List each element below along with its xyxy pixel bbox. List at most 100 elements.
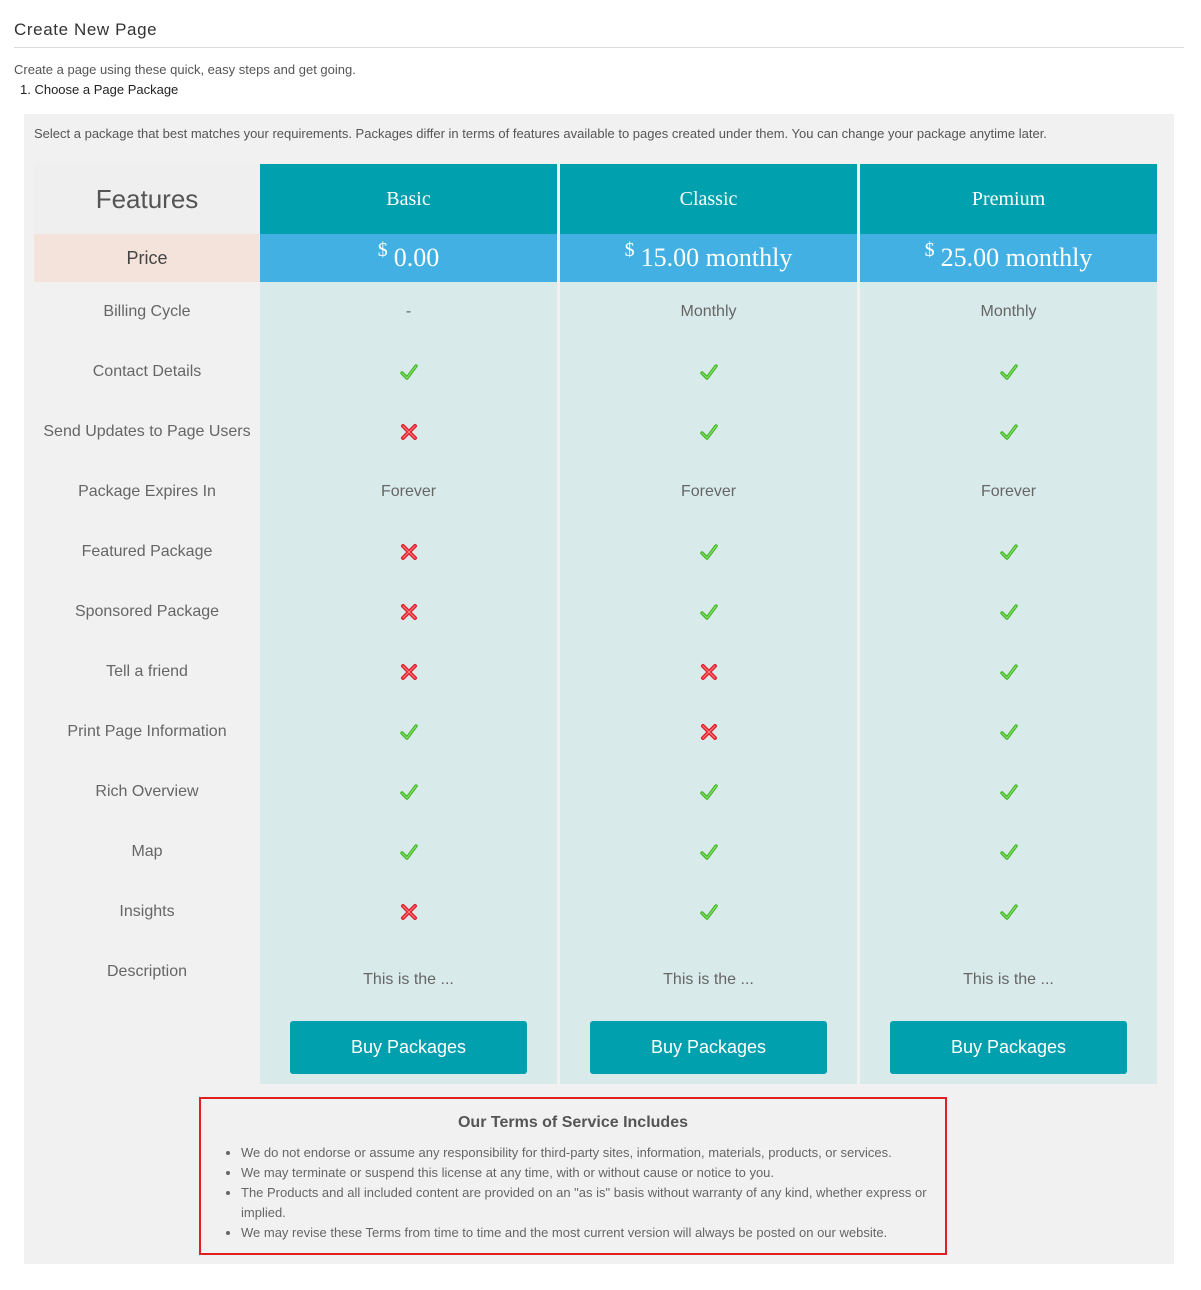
plan-price: $0.00 bbox=[260, 234, 557, 282]
feature-label: Send Updates to Page Users bbox=[43, 423, 251, 440]
cross-icon bbox=[700, 723, 718, 741]
cross-icon bbox=[400, 663, 418, 681]
currency-symbol: $ bbox=[924, 238, 935, 261]
sponsored-package-cell bbox=[560, 582, 857, 642]
terms-title: Our Terms of Service Includes bbox=[457, 1114, 688, 1131]
check-icon bbox=[999, 603, 1018, 621]
plan-name: Premium bbox=[860, 164, 1157, 234]
feature-label: Description bbox=[106, 963, 188, 980]
plan-column-basic: Basic $0.00- Forever This is the ... Buy Pac… bbox=[260, 164, 557, 1084]
feature-label: Insights bbox=[119, 903, 175, 920]
step-label: 1. Choose a Page Package bbox=[20, 82, 179, 97]
contact-details-cell bbox=[860, 342, 1157, 402]
plan-name: Basic bbox=[260, 164, 557, 234]
terms-item: We may revise these Terms from time to t… bbox=[241, 1223, 931, 1243]
map-cell bbox=[560, 822, 857, 882]
check-icon bbox=[999, 843, 1018, 861]
feature-label: Rich Overview bbox=[95, 783, 199, 800]
check-icon bbox=[399, 843, 418, 861]
insights-cell bbox=[260, 882, 557, 942]
panel-description: Select a package that best matches your … bbox=[34, 126, 1047, 141]
check-icon bbox=[699, 363, 718, 381]
currency-symbol: $ bbox=[377, 238, 388, 261]
feature-label: Contact Details bbox=[92, 363, 202, 380]
terms-item: We do not endorse or assume any responsi… bbox=[241, 1143, 931, 1163]
plan-price: $25.00 monthly bbox=[860, 234, 1157, 282]
buy-packages-button[interactable]: Buy Packages bbox=[890, 1021, 1127, 1074]
title-divider bbox=[14, 47, 1184, 48]
check-icon bbox=[399, 723, 418, 741]
check-icon bbox=[999, 543, 1018, 561]
buy-packages-button[interactable]: Buy Packages bbox=[590, 1021, 827, 1074]
contact-details-cell bbox=[260, 342, 557, 402]
map-cell bbox=[860, 822, 1157, 882]
check-icon bbox=[699, 543, 718, 561]
cross-icon bbox=[400, 543, 418, 561]
featured-package-cell bbox=[560, 522, 857, 582]
featured-package-cell bbox=[860, 522, 1157, 582]
check-icon bbox=[399, 363, 418, 381]
check-icon bbox=[699, 603, 718, 621]
tell-a-friend-cell bbox=[260, 642, 557, 702]
price-label: Price bbox=[34, 234, 260, 282]
feature-label: Featured Package bbox=[81, 543, 213, 560]
cross-icon bbox=[400, 603, 418, 621]
insights-cell bbox=[860, 882, 1157, 942]
billing-cycle-value: Monthly bbox=[680, 303, 737, 320]
feature-label: Sponsored Package bbox=[74, 603, 220, 620]
featured-package-cell bbox=[260, 522, 557, 582]
buy-packages-button[interactable]: Buy Packages bbox=[290, 1021, 527, 1074]
tell-a-friend-cell bbox=[560, 642, 857, 702]
check-icon bbox=[699, 423, 718, 441]
check-icon bbox=[999, 363, 1018, 381]
feature-label: Print Page Information bbox=[67, 723, 227, 740]
expires-in-value: Forever bbox=[380, 483, 437, 500]
feature-label: Billing Cycle bbox=[103, 303, 191, 320]
plan-price: $15.00 monthly bbox=[560, 234, 857, 282]
price-value: 25.00 monthly bbox=[940, 243, 1093, 272]
rich-overview-cell bbox=[260, 762, 557, 822]
features-header: Features bbox=[34, 164, 260, 234]
check-icon bbox=[699, 903, 718, 921]
page-title: Create New Page bbox=[14, 20, 158, 39]
rich-overview-cell bbox=[860, 762, 1157, 822]
print-info-cell bbox=[860, 702, 1157, 762]
sponsored-package-cell bbox=[260, 582, 557, 642]
plan-column-classic: Classic $15.00 monthly Monthly Forever This … bbox=[560, 164, 857, 1084]
terms-item: The Products and all included content ar… bbox=[241, 1183, 931, 1223]
feature-label: Package Expires In bbox=[78, 483, 216, 500]
tell-a-friend-cell bbox=[860, 642, 1157, 702]
cross-icon bbox=[400, 903, 418, 921]
check-icon bbox=[999, 903, 1018, 921]
check-icon bbox=[999, 663, 1018, 681]
contact-details-cell bbox=[560, 342, 857, 402]
expires-in-value: Forever bbox=[980, 483, 1037, 500]
price-value: 0.00 bbox=[393, 243, 440, 272]
plan-name: Classic bbox=[560, 164, 857, 234]
print-info-cell bbox=[260, 702, 557, 762]
plan-column-premium: Premium $25.00 monthly Monthly Forever This … bbox=[860, 164, 1157, 1084]
send-updates-cell bbox=[560, 402, 857, 462]
description-value: This is the ... bbox=[363, 971, 454, 988]
check-icon bbox=[999, 783, 1018, 801]
check-icon bbox=[699, 783, 718, 801]
expires-in-value: Forever bbox=[680, 483, 737, 500]
check-icon bbox=[999, 723, 1018, 741]
terms-item: We may terminate or suspend this license… bbox=[241, 1163, 931, 1183]
package-panel: Select a package that best matches your … bbox=[24, 114, 1174, 1264]
print-info-cell bbox=[560, 702, 857, 762]
check-icon bbox=[399, 783, 418, 801]
send-updates-cell bbox=[860, 402, 1157, 462]
map-cell bbox=[260, 822, 557, 882]
terms-box: Our Terms of Service Includes We do not … bbox=[199, 1097, 947, 1255]
billing-cycle-value: - bbox=[405, 303, 412, 320]
rich-overview-cell bbox=[560, 762, 857, 822]
feature-label: Map bbox=[131, 843, 163, 860]
check-icon bbox=[699, 843, 718, 861]
intro-text: Create a page using these quick, easy st… bbox=[14, 62, 356, 77]
description-value: This is the ... bbox=[663, 971, 754, 988]
terms-list: We do not endorse or assume any responsi… bbox=[219, 1143, 931, 1243]
description-value: This is the ... bbox=[963, 971, 1054, 988]
cross-icon bbox=[700, 663, 718, 681]
send-updates-cell bbox=[260, 402, 557, 462]
